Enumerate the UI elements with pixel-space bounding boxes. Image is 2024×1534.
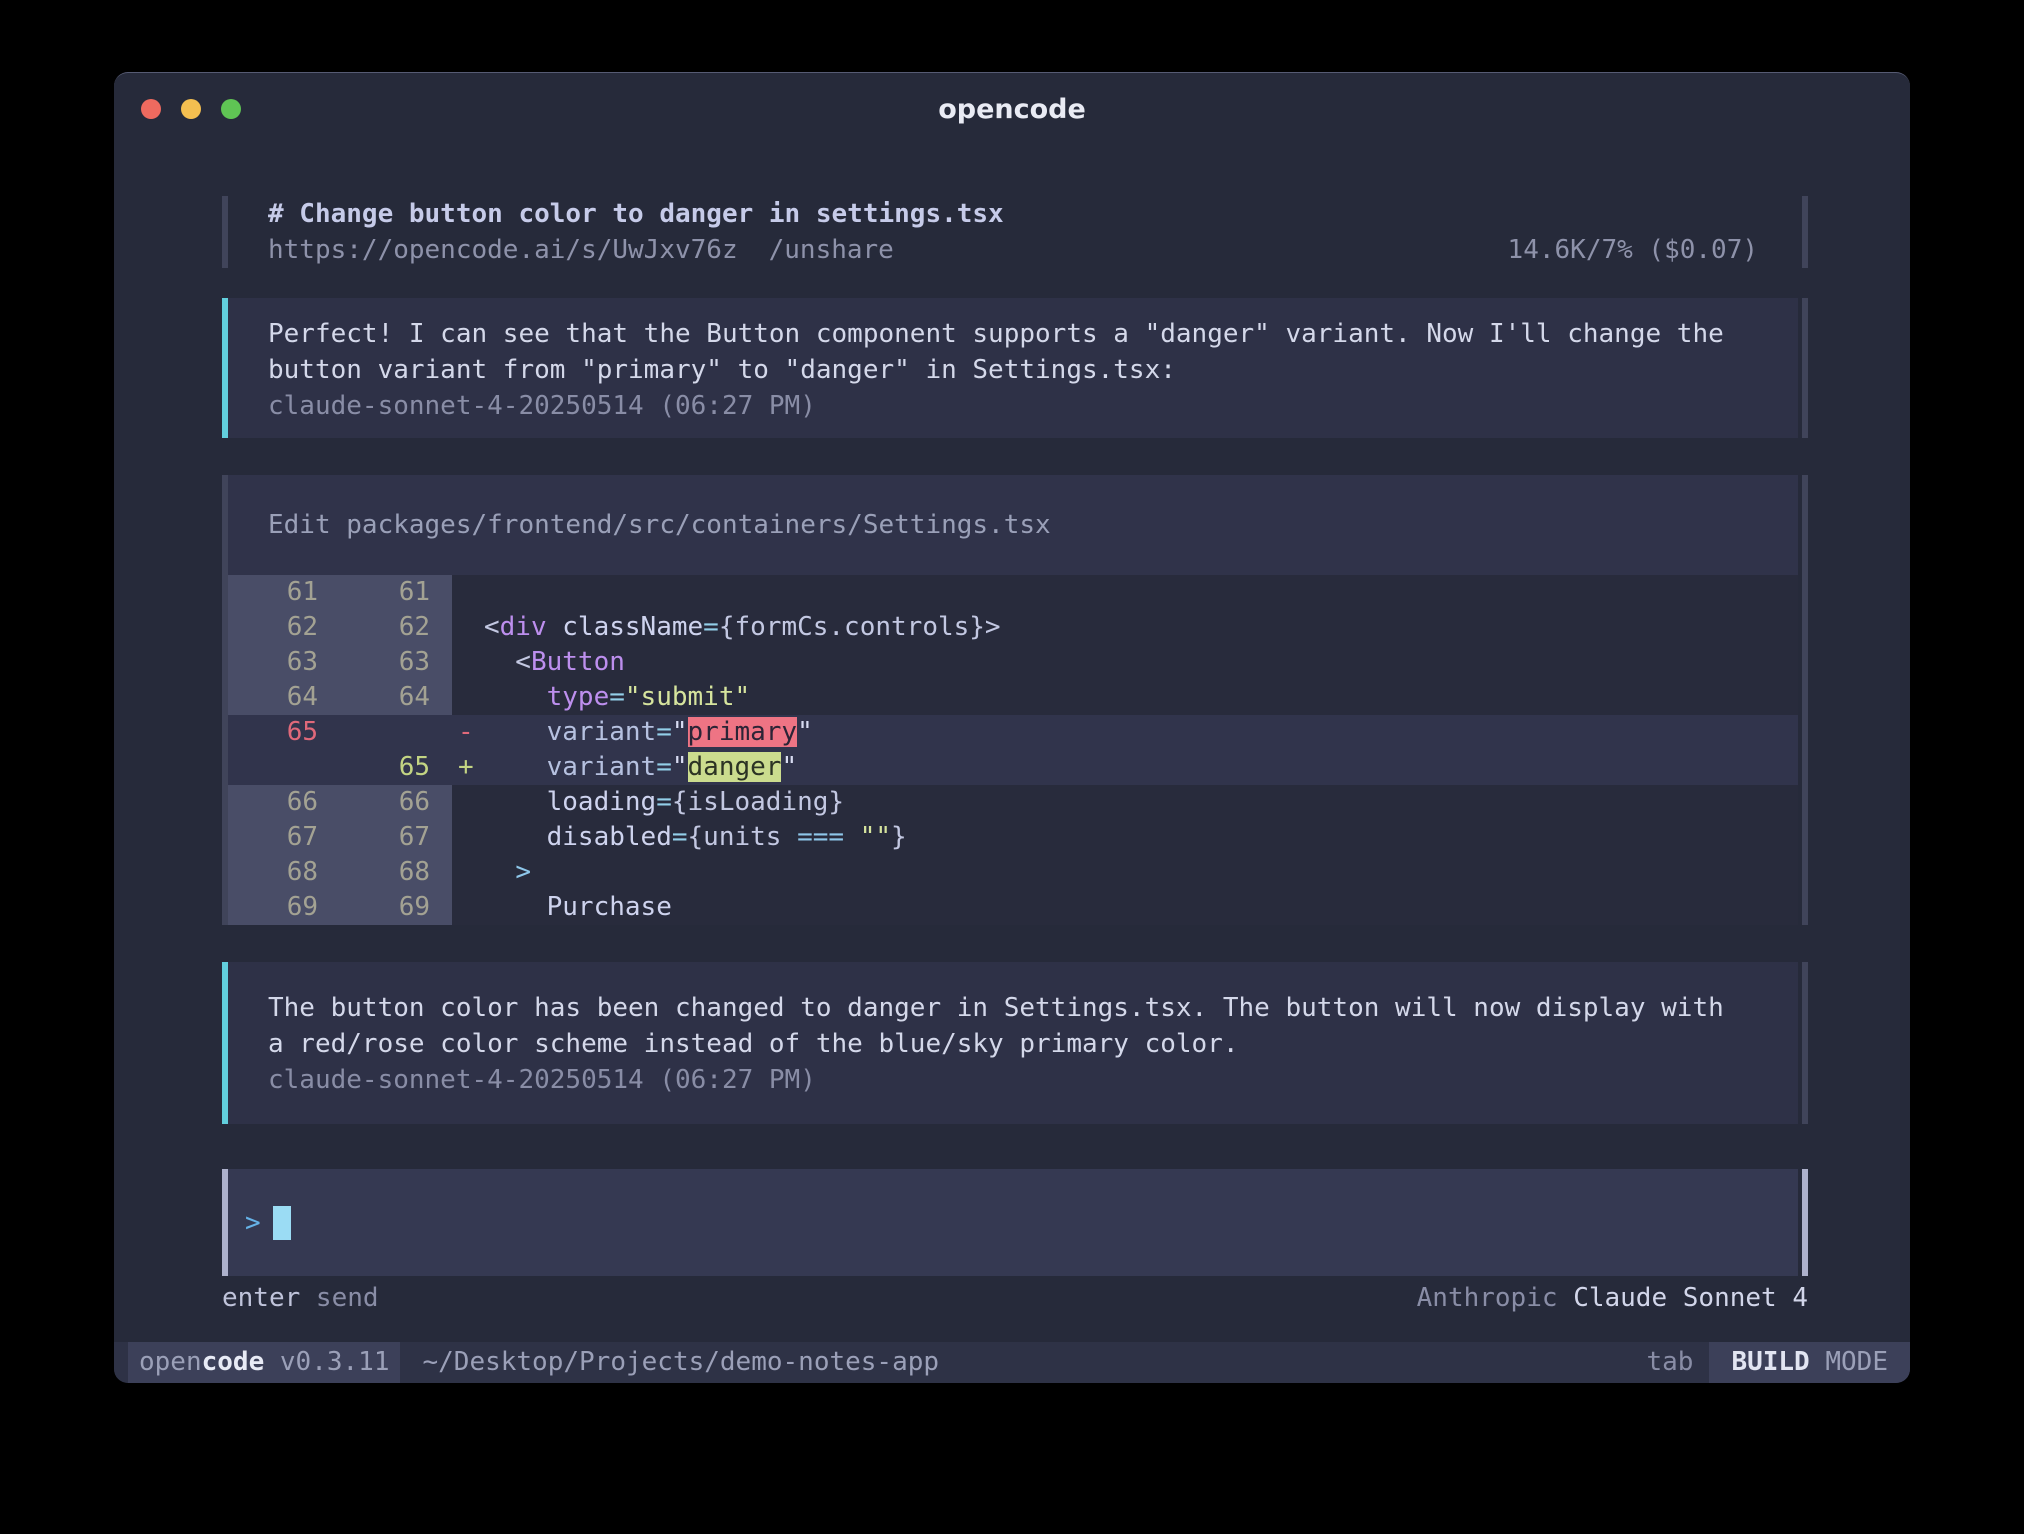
- prompt-input[interactable]: >: [222, 1169, 1808, 1276]
- edit-right-bar: [1802, 475, 1808, 925]
- diff-sign: [452, 575, 484, 610]
- line-number-old: 68: [228, 855, 340, 890]
- cwd-path: ~/Desktop/Projects/demo-notes-app: [422, 1342, 939, 1383]
- share-header: # Change button color to danger in setti…: [222, 196, 1808, 268]
- diff-sign: [452, 855, 484, 890]
- edit-tool-card: Edit packages/frontend/src/containers/Se…: [222, 475, 1808, 925]
- tab-hint: tab: [1646, 1342, 1693, 1383]
- message-accent-bar: [222, 962, 228, 1124]
- code-line: variant="primary": [484, 715, 813, 750]
- diff-row: 6363 <Button: [228, 645, 1798, 680]
- message-text: Perfect! I can see that the Button compo…: [268, 316, 1758, 388]
- message-right-bar: [1802, 962, 1808, 1124]
- line-number-old: [228, 750, 340, 785]
- diff-sign: [452, 680, 484, 715]
- diff-sign: [452, 820, 484, 855]
- unshare-command[interactable]: /unshare: [769, 235, 894, 265]
- edit-tool-title: Edit packages/frontend/src/containers/Se…: [228, 475, 1798, 575]
- message-line: The button color has been changed to dan…: [268, 990, 1758, 1026]
- opencode-window: opencode # Change button color to danger…: [114, 72, 1910, 1383]
- context-stats: 14.6K/7% ($0.07): [1508, 232, 1758, 268]
- code-line: disabled={units === ""}: [484, 820, 907, 855]
- diff-sign: -: [452, 715, 484, 750]
- close-button[interactable]: [141, 99, 161, 119]
- line-number-old: 61: [228, 575, 340, 610]
- prompt-chevron-icon: >: [245, 1208, 261, 1238]
- line-number-new: 65: [340, 750, 452, 785]
- diff-row: 6464 type="submit": [228, 680, 1798, 715]
- diff-row: 6767 disabled={units === ""}: [228, 820, 1798, 855]
- message-line: button variant from "primary" to "danger…: [268, 352, 1758, 388]
- code-line: Purchase: [484, 890, 672, 925]
- hint-enter: enter send: [222, 1280, 379, 1316]
- titlebar: opencode: [114, 73, 1910, 145]
- diff-sign: [452, 610, 484, 645]
- build-mode-chip[interactable]: BUILD MODE: [1709, 1342, 1910, 1383]
- line-number-new: 66: [340, 785, 452, 820]
- input-left-bar: [222, 1169, 228, 1276]
- model-label: Claude Sonnet 4: [1573, 1283, 1808, 1313]
- status-bar: opencode v0.3.11 ~/Desktop/Projects/demo…: [114, 1342, 1910, 1383]
- diff-row: 65 - variant="primary": [228, 715, 1798, 750]
- window-title: opencode: [938, 94, 1086, 125]
- line-number-old: 67: [228, 820, 340, 855]
- line-number-new: 67: [340, 820, 452, 855]
- diff-row: 6868 >: [228, 855, 1798, 890]
- line-number-new: 62: [340, 610, 452, 645]
- code-line: <Button: [484, 645, 625, 680]
- diff-rows: 61616262 <div className={formCs.controls}…: [228, 575, 1798, 925]
- message-right-bar: [1802, 298, 1808, 438]
- message-meta: claude-sonnet-4-20250514 (06:27 PM): [268, 1062, 1758, 1098]
- line-number-new: 68: [340, 855, 452, 890]
- code-line: <div className={formCs.controls}>: [484, 610, 1001, 645]
- model-indicator[interactable]: Anthropic Claude Sonnet 4: [1417, 1280, 1808, 1316]
- diff-row: 6666 loading={isLoading}: [228, 785, 1798, 820]
- message-accent-bar: [222, 298, 228, 438]
- hint-row: enter send Anthropic Claude Sonnet 4: [222, 1280, 1808, 1316]
- line-number-old: 69: [228, 890, 340, 925]
- share-left-bar: [222, 196, 228, 268]
- line-number-old: 63: [228, 645, 340, 680]
- input-right-bar: [1802, 1169, 1808, 1276]
- line-number-old: 65: [228, 715, 340, 750]
- edit-left-bar: [222, 475, 228, 925]
- message-text: The button color has been changed to dan…: [268, 990, 1758, 1062]
- code-line: loading={isLoading}: [484, 785, 844, 820]
- message-meta: claude-sonnet-4-20250514 (06:27 PM): [268, 388, 1758, 424]
- session-title: # Change button color to danger in setti…: [268, 196, 1004, 232]
- message-line: a red/rose color scheme instead of the b…: [268, 1026, 1758, 1062]
- diff-row: 6262 <div className={formCs.controls}>: [228, 610, 1798, 645]
- share-url-group: https://opencode.ai/s/UwJxv76z/unshare: [268, 232, 894, 268]
- diff-row: 65+ variant="danger": [228, 750, 1798, 785]
- line-number-new: 63: [340, 645, 452, 680]
- line-number-new: 61: [340, 575, 452, 610]
- app-version-chip: opencode v0.3.11: [128, 1342, 400, 1383]
- diff-sign: +: [452, 750, 484, 785]
- assistant-message-1: Perfect! I can see that the Button compo…: [222, 298, 1808, 438]
- line-number-old: 64: [228, 680, 340, 715]
- share-right-bar: [1802, 196, 1808, 268]
- zoom-button[interactable]: [221, 99, 241, 119]
- line-number-new: [340, 715, 452, 750]
- line-number-new: 64: [340, 680, 452, 715]
- code-line: type="submit": [484, 680, 750, 715]
- line-number-old: 62: [228, 610, 340, 645]
- diff-row: 6969 Purchase: [228, 890, 1798, 925]
- text-cursor: [273, 1206, 291, 1240]
- desktop: opencode # Change button color to danger…: [0, 0, 2024, 1534]
- provider-label: Anthropic: [1417, 1283, 1574, 1313]
- line-number-old: 66: [228, 785, 340, 820]
- line-number-new: 69: [340, 890, 452, 925]
- diff-sign: [452, 890, 484, 925]
- minimize-button[interactable]: [181, 99, 201, 119]
- message-line: Perfect! I can see that the Button compo…: [268, 316, 1758, 352]
- share-url-link[interactable]: https://opencode.ai/s/UwJxv76z: [268, 235, 738, 265]
- diff-sign: [452, 785, 484, 820]
- code-line: variant="danger": [484, 750, 797, 785]
- session-content: # Change button color to danger in setti…: [222, 196, 1808, 1316]
- diff-sign: [452, 645, 484, 680]
- code-line: >: [484, 855, 531, 890]
- assistant-message-2: The button color has been changed to dan…: [222, 962, 1808, 1124]
- diff-row: 6161: [228, 575, 1798, 610]
